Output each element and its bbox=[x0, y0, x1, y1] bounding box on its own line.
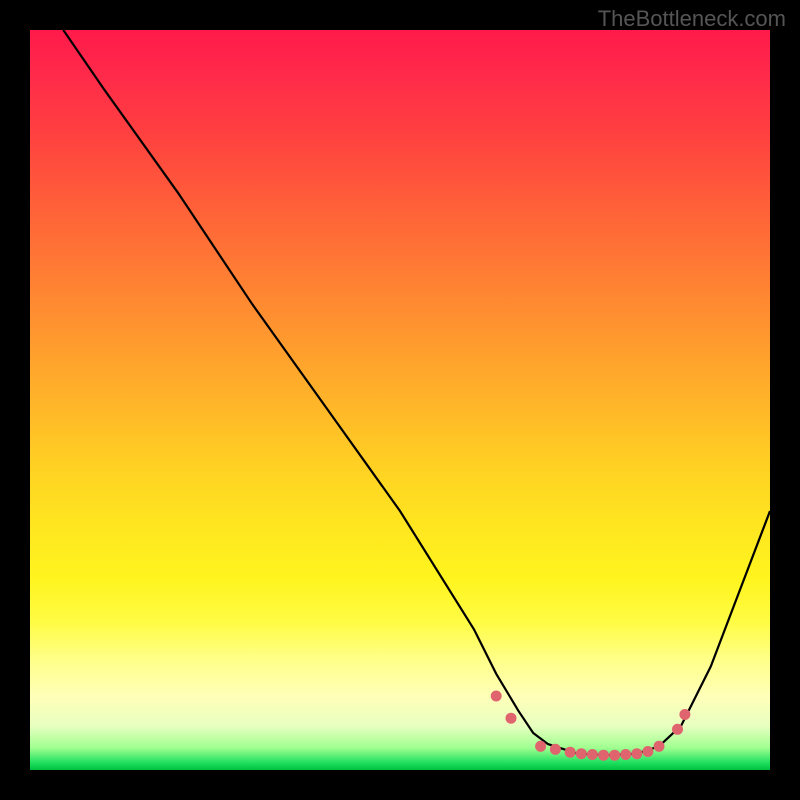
curve-path bbox=[63, 30, 770, 755]
optimal-point bbox=[679, 709, 690, 720]
optimal-point bbox=[598, 750, 609, 761]
optimal-point bbox=[587, 749, 598, 760]
optimal-range-dots bbox=[491, 691, 691, 761]
optimal-point bbox=[576, 748, 587, 759]
bottleneck-curve bbox=[63, 30, 770, 755]
optimal-point bbox=[620, 749, 631, 760]
optimal-point bbox=[642, 746, 653, 757]
optimal-point bbox=[654, 741, 665, 752]
optimal-point bbox=[672, 724, 683, 735]
chart-svg bbox=[30, 30, 770, 770]
optimal-point bbox=[491, 691, 502, 702]
optimal-point bbox=[550, 744, 561, 755]
optimal-point bbox=[535, 741, 546, 752]
optimal-point bbox=[565, 747, 576, 758]
watermark-text: TheBottleneck.com bbox=[598, 6, 786, 32]
optimal-point bbox=[631, 748, 642, 759]
optimal-point bbox=[609, 750, 620, 761]
plot-area bbox=[30, 30, 770, 770]
optimal-point bbox=[506, 713, 517, 724]
